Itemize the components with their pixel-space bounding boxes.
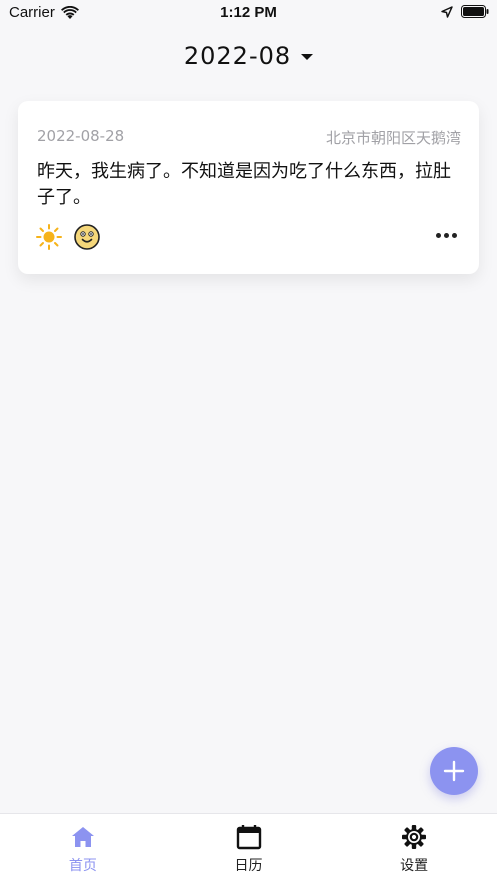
tab-calendar[interactable]: 日历: [166, 814, 332, 883]
smiley-icon: [74, 224, 100, 250]
tab-settings[interactable]: 设置: [331, 814, 497, 883]
entry-location: 北京市朝阳区天鹅湾: [325, 129, 461, 147]
more-options-button[interactable]: [436, 227, 457, 243]
gear-icon: [402, 825, 427, 849]
calendar-icon: [236, 825, 261, 850]
month-label: 2022-08: [183, 42, 292, 70]
caret-down-icon: [301, 54, 314, 60]
entry-icons: [35, 223, 101, 251]
screen: Carrier 1:12 PM 2022-08 2022-08-28 北京市朝阳…: [0, 0, 497, 883]
tab-home-label: 首页: [68, 858, 97, 874]
status-right: [441, 5, 489, 18]
tab-bar: 首页 日历 设置: [0, 813, 497, 883]
entry-text: 昨天，我生病了。不知道是因为吃了什么东西，拉肚子了。: [37, 161, 451, 208]
sun-icon: [36, 224, 62, 250]
battery-icon: [461, 5, 489, 18]
plus-icon: [443, 760, 465, 782]
month-selector[interactable]: 2022-08: [0, 42, 497, 70]
home-icon: [71, 827, 94, 847]
status-time: 1:12 PM: [220, 4, 277, 21]
diary-entry-card[interactable]: 2022-08-28 北京市朝阳区天鹅湾 昨天，我生病了。不知道是因为吃了什么东…: [18, 101, 479, 274]
entry-date: 2022-08-28: [37, 127, 125, 145]
add-entry-button[interactable]: [430, 747, 478, 795]
more-dot: [444, 232, 449, 238]
status-bar: Carrier 1:12 PM: [0, 0, 497, 26]
location-arrow-icon: [441, 5, 453, 18]
tab-settings-label: 设置: [400, 858, 429, 874]
more-dot: [452, 232, 457, 238]
tab-home[interactable]: 首页: [0, 814, 166, 883]
tab-calendar-label: 日历: [234, 858, 263, 874]
more-dot: [436, 232, 441, 238]
